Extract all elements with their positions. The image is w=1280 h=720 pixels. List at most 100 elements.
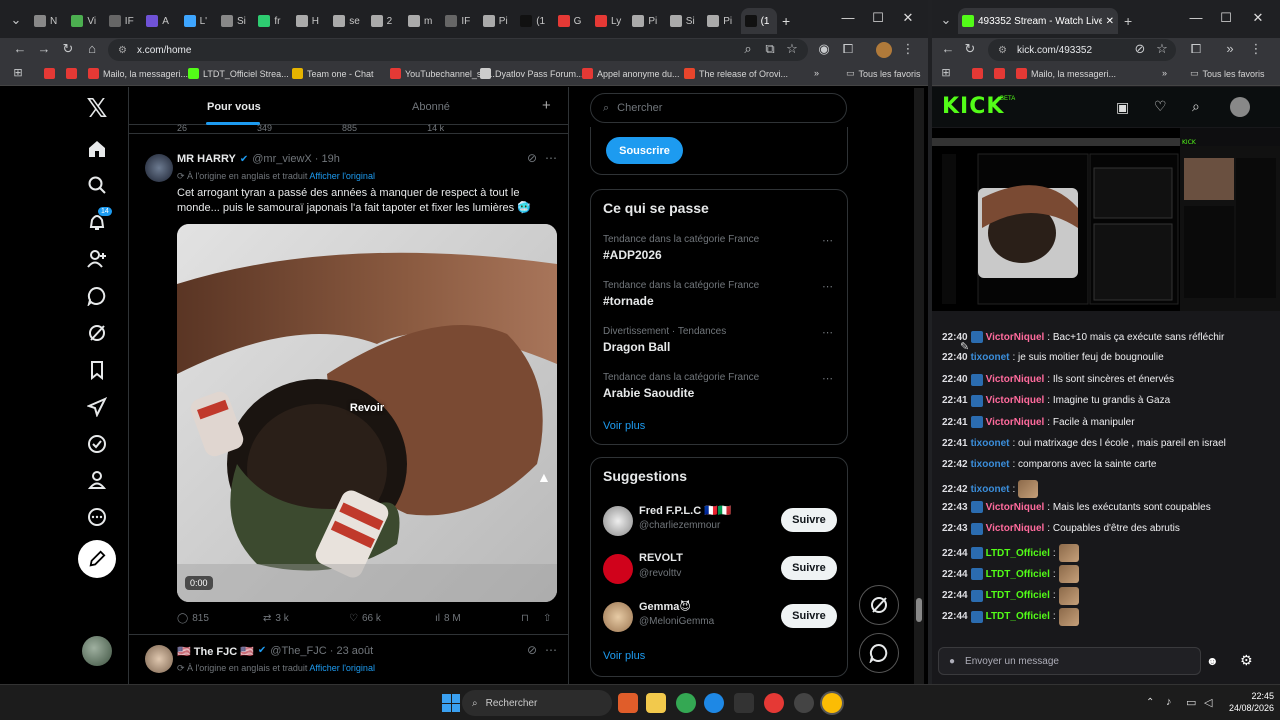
chat-username[interactable]: VictorNiquel [986,523,1045,534]
profile-avatar[interactable] [876,42,892,58]
x-logo-icon[interactable]: 𝕏 [84,93,110,123]
emoji-icon[interactable]: ☻ [1206,654,1219,668]
follow-button[interactable]: Suivre [781,508,837,532]
tracking-icon[interactable]: ⊘ [1132,41,1148,57]
browser-tab[interactable]: Pi [628,8,664,34]
trend-item[interactable]: Tendance dans la catégorie France #tornad… [603,280,833,308]
compose-post-button[interactable] [78,540,116,578]
home-nav-icon[interactable] [84,136,110,162]
trend-item[interactable]: Tendance dans la catégorie France Arabie … [603,372,833,400]
post-more-icon[interactable]: ⋯ [545,151,557,165]
chat-username[interactable]: LTDT_Officiel [986,548,1050,559]
home-icon[interactable]: ⌂ [84,41,100,56]
chat-username[interactable]: VictorNiquel [986,502,1045,513]
extensions-icon[interactable]: ⧠ [1188,41,1204,57]
tab-following[interactable]: Abonné [412,101,450,113]
app-icon[interactable] [734,693,754,713]
trend-more-icon[interactable]: ⋯ [822,372,833,385]
menu-icon[interactable]: ⋮ [1248,41,1264,57]
browser-tab[interactable]: A [142,8,178,34]
account-avatar[interactable] [82,636,112,666]
bookmarks-nav-icon[interactable] [84,357,110,383]
chat-message[interactable]: 22:44 LTDT_Officiel: [942,586,1079,605]
chat-message[interactable]: 22:44 LTDT_Officiel: [942,607,1079,626]
browser-tab[interactable]: IF [105,8,141,34]
tab-search-icon[interactable]: ⌄ [938,12,954,28]
tab-kick-stream[interactable]: 493352 Stream - Watch Live on ✕ [958,8,1118,34]
browser-tab[interactable]: (1 [740,8,777,34]
chat-message[interactable]: 22:41 tixoonet: oui matrixage des l école… [942,438,1226,449]
minimize-button[interactable]: — [1184,10,1208,25]
suggestion-avatar[interactable] [603,506,633,536]
tray-overflow-icon[interactable]: ⌃ [1146,697,1154,708]
bookmarks-more[interactable]: » [1162,68,1167,78]
menu-icon[interactable]: ⋮ [900,41,916,57]
network-icon[interactable]: ▭ [1186,696,1196,709]
chat-message[interactable]: 22:41 VictorNiquel: Imagine tu grandis à … [942,394,1170,407]
suggestion-item[interactable]: Gemma😈 @MeloniGemma Suivre [591,598,849,638]
chat-message[interactable]: 22:40 VictorNiquel: Ils sont sincères et … [942,373,1174,386]
post2-author-handle[interactable]: @The_FJC · 23 août [270,645,373,658]
edge-app[interactable] [704,693,724,713]
bookmark-item[interactable]: Mailo, la messageri... [1016,68,1116,79]
bookmark-star-icon[interactable]: ☆ [1154,41,1170,57]
suggestion-item[interactable]: Fred F.P.L.C 🇫🇷🇮🇹 @charliezemmour Suivre [591,502,849,542]
trend-item[interactable]: Divertissement · Tendances Dragon Ball ⋯ [603,326,833,354]
address-bar[interactable]: ⚙ x.com/home [108,39,808,61]
bookmark-item[interactable] [66,68,81,79]
follow-button[interactable]: Suivre [781,556,837,580]
browser-tab[interactable]: fr [254,8,290,34]
repost-button[interactable]: ⇄ 3 k [263,613,289,624]
store-icon[interactable]: ▣ [1116,99,1129,116]
extensions-icon[interactable]: ⧠ [840,41,856,57]
back-icon[interactable]: ← [12,41,28,56]
suggestion-item[interactable]: REVOLT @revolttv Suivre [591,550,849,590]
heart-icon[interactable]: ♡ [1154,98,1167,115]
views-button[interactable]: ıl 8 M [435,613,461,624]
post2-author-avatar[interactable] [145,645,173,673]
browser-tab[interactable]: N [30,8,66,34]
bookmark-item[interactable]: Mailo, la messageri... [88,68,188,79]
tab-close-icon[interactable]: ✕ [1106,16,1114,27]
trends-see-more[interactable]: Voir plus [603,420,645,432]
browser-tab[interactable]: IF [441,8,477,34]
zoom-icon[interactable]: ⌕ [740,41,756,57]
more-nav-icon[interactable] [84,504,110,530]
all-bookmarks-folder[interactable]: ▭ Tous les favoris [846,68,921,79]
browser-tab[interactable]: Si [217,8,253,34]
post-author-avatar[interactable] [145,154,173,182]
grok-post-icon[interactable]: ⊘ [527,643,537,657]
suggestion-avatar[interactable] [603,554,633,584]
grok-float-button[interactable] [859,585,899,625]
like-button[interactable]: ♡ 66 k [349,613,381,624]
suggestion-handle[interactable]: @revolttv [639,568,681,579]
grok-post-icon[interactable]: ⊘ [527,151,537,165]
chat-settings-icon[interactable]: ⚙ [1240,652,1253,669]
chat-message[interactable]: 22:40 tixoonet: je suis moitier feuj de b… [942,352,1164,363]
grok-nav-icon[interactable] [84,320,110,346]
subscribe-button[interactable]: Souscrire [606,137,683,164]
messages-float-button[interactable] [859,633,899,673]
trend-more-icon[interactable]: ⋯ [822,234,833,247]
more-icon[interactable]: » [1222,41,1238,56]
profile-nav-icon[interactable] [84,467,110,493]
bookmark-star-icon[interactable]: ☆ [784,41,800,57]
chat-message[interactable]: 22:44 LTDT_Officiel: [942,544,1079,562]
suggestion-name[interactable]: REVOLT [639,552,683,564]
chat-username[interactable]: tixoonet [971,484,1010,495]
chat-username[interactable]: LTDT_Officiel [986,590,1050,601]
chat-message[interactable]: 22:44 LTDT_Officiel: [942,565,1079,584]
add-tab-icon[interactable]: + [542,97,551,114]
post-more-icon[interactable]: ⋯ [545,643,557,657]
prev-views[interactable]: 14 k [427,123,444,133]
chat-username[interactable]: VictorNiquel [986,374,1045,385]
share-icon[interactable]: ⇧ [543,613,551,624]
post-video[interactable]: Revoir 0:00 [177,224,557,602]
suggestion-avatar[interactable] [603,602,633,632]
explore-nav-icon[interactable] [84,172,110,198]
browser-tab[interactable]: G [554,8,590,34]
chat-username[interactable]: VictorNiquel [986,395,1045,406]
bookmarks-more[interactable]: » [814,68,819,78]
opera-app[interactable] [764,693,784,713]
verified-nav-icon[interactable] [84,431,110,457]
